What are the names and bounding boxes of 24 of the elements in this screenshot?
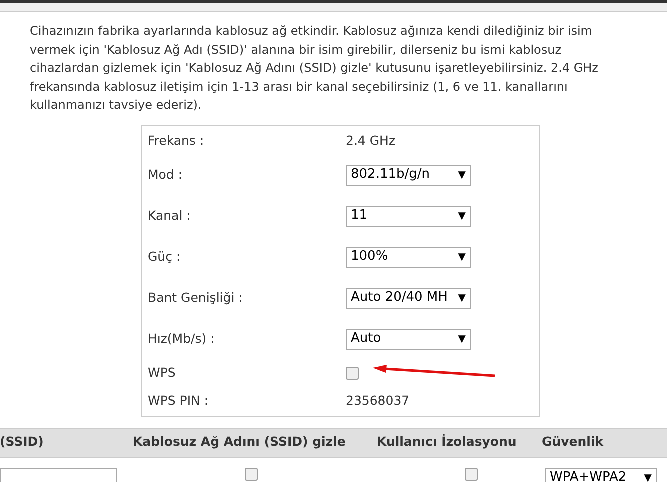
dropdown[interactable]: 802.11b/g/n ▼	[346, 164, 471, 186]
dropdown[interactable]: 100% ▼	[346, 246, 471, 268]
checkbox[interactable]	[244, 468, 258, 480]
column-header: Güvenlik	[542, 433, 604, 452]
setting-label: WPS PIN :	[148, 392, 210, 410]
column-header: (SSID)	[0, 433, 45, 452]
column-header: Kablosuz Ağ Adını (SSID) gizle	[133, 433, 347, 452]
setting-label: Güç :	[148, 248, 182, 266]
dropdown[interactable]: 11 ▼	[346, 206, 471, 226]
column-header: Kullanıcı İzolasyonu	[377, 433, 518, 452]
checkbox[interactable]	[464, 468, 478, 480]
setting-label: Mod :	[148, 166, 184, 184]
setting-label: Hız(Mb/s) :	[148, 330, 216, 348]
setting-label: Bant Genişliği :	[148, 288, 244, 307]
setting-value: 23568037	[346, 392, 410, 410]
setting-label: Frekans :	[148, 132, 206, 150]
dropdown[interactable]: Auto ▼	[346, 328, 471, 350]
dropdown[interactable]: WPA+WPA2 ▼	[545, 468, 657, 482]
setting-label: WPS	[148, 364, 177, 382]
setting-label: Kanal :	[148, 206, 192, 225]
setting-value: 2.4 GHz	[346, 132, 396, 150]
dropdown[interactable]: Auto 20/40 MH ▼	[346, 288, 471, 308]
checkbox[interactable]	[346, 367, 359, 380]
intro-paragraph: Cihazınızın fabrika ayarlarında kablosuz ağ etkindir. Kablosuz ağınıza kendi dilediğiniz bir isim vermek için 'Kablosuz Ağ Adı (SSID)' alanına bir isim girebilir, dilerseniz bu ismi kablosuz cihazlardan gizlemek için 'Kablosuz Ağ Adını (SSID) gizle' kutusunu işaretleyebilirsiniz. 2.4 GHz frekansında kablosuz iletişim için 1-13 arası bir kanal seçebilirsiniz (1, 6 ve 11. kanallarını kullanmanızı tavsiye ederiz).	[30, 23, 600, 114]
